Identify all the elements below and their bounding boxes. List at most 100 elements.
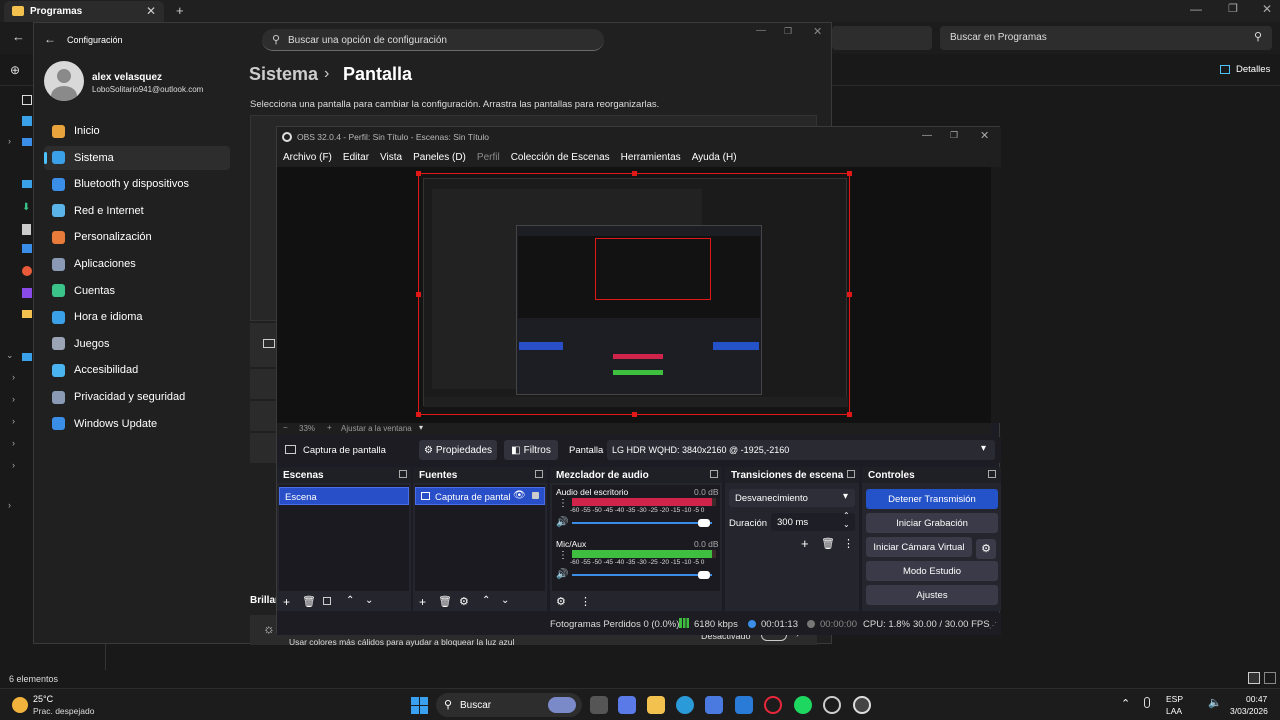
sidebar-item-10[interactable]: Privacidad y seguridad [44,385,230,409]
duration-spinbox[interactable]: 300 ms ⌃ ⌄ [771,511,855,531]
downloads-nav-icon[interactable]: ⬇ [22,202,30,213]
scene-filters-icon[interactable] [323,597,331,605]
volume-slider-handle[interactable] [697,519,710,527]
resize-handle-br[interactable] [847,412,852,417]
weather-desc[interactable]: Prac. despejado [33,706,94,716]
move-up-icon[interactable]: ⌃ [482,595,490,606]
sidebar-item-9[interactable]: Accesibilidad [44,358,230,382]
sidebar-item-5[interactable]: Aplicaciones [44,252,230,276]
drive-chevron-icon[interactable]: › [12,394,15,404]
zoom-out-icon[interactable]: − [283,423,288,432]
resize-handle-mr[interactable] [847,292,852,297]
maximize-icon[interactable]: ❐ [1228,2,1238,15]
zoom-in-icon[interactable]: + [327,423,332,432]
resize-handle-tm[interactable] [632,171,637,176]
advanced-audio-icon[interactable]: ⚙ [556,595,566,608]
folder-nav-icon[interactable] [22,310,32,318]
close-icon[interactable]: ✕ [813,25,822,38]
add-scene-icon[interactable]: + [283,595,290,609]
spin-down-icon[interactable]: ⌄ [843,520,850,529]
control-button-2[interactable]: Iniciar Cámara Virtual [866,537,972,557]
remove-scene-icon[interactable]: 🗑 [302,595,316,608]
resize-handle-bl[interactable] [416,412,421,417]
source-properties-icon[interactable]: ⚙ [459,595,469,608]
menu-item-2[interactable]: Vista [380,152,402,163]
volume-slider[interactable] [572,571,712,579]
remove-source-icon[interactable]: 🗑 [438,595,452,608]
eye-icon[interactable]: 👁 [513,490,526,501]
menu-item-7[interactable]: Ayuda (H) [692,152,737,163]
thispc-nav-icon[interactable] [22,353,32,361]
minimize-icon[interactable]: — [1190,2,1202,16]
music-nav-icon[interactable] [22,266,32,276]
speaker-icon[interactable]: 🔊 [556,517,568,528]
scene-item[interactable]: Escena [279,487,409,505]
drive-chevron-icon[interactable]: › [12,460,15,470]
maximize-icon[interactable]: ❐ [784,26,792,37]
back-arrow-icon[interactable]: ← [12,29,25,44]
fit-dropdown-icon[interactable]: ▾ [419,423,423,432]
dock-float-icon[interactable] [535,470,543,478]
menu-item-6[interactable]: Herramientas [621,152,681,163]
mail-icon[interactable] [735,696,753,714]
lock-icon[interactable] [532,492,539,499]
store-icon[interactable] [705,696,723,714]
task-view-icon[interactable] [590,696,608,714]
volume-slider-handle[interactable] [697,571,710,579]
virtual-camera-settings-icon[interactable]: ⚙ [976,539,996,559]
properties-button[interactable]: ⚙ Propiedades [419,440,497,460]
sidebar-item-4[interactable]: Personalización [44,225,230,249]
avatar[interactable] [44,61,84,101]
dock-float-icon[interactable] [710,470,718,478]
pictures-nav-icon[interactable] [22,244,32,253]
sidebar-item-6[interactable]: Cuentas [44,279,230,303]
resize-handle-bm[interactable] [632,412,637,417]
copilot-icon[interactable] [618,696,636,714]
transition-menu-icon[interactable]: ⋮ [843,537,854,550]
speaker-icon[interactable]: 🔈 [1208,696,1222,709]
drive-chevron-icon[interactable]: › [12,416,15,426]
minimize-icon[interactable]: — [756,25,766,36]
videos-nav-icon[interactable] [22,288,32,298]
details-button[interactable]: Detalles [1236,64,1270,75]
onedrive-nav-icon[interactable] [22,138,32,146]
expand-chevron-icon[interactable]: › [8,136,11,146]
close-tab-icon[interactable]: ✕ [146,4,156,18]
microphone-icon[interactable] [1144,697,1150,708]
obs-preview[interactable] [277,167,991,423]
add-transition-icon[interactable]: + [801,536,809,551]
desktop-nav-icon[interactable] [22,180,32,188]
list-view-icon[interactable] [1248,672,1260,684]
add-source-icon[interactable]: + [419,595,426,609]
control-button-1[interactable]: Iniciar Grabación [866,513,998,533]
menu-item-0[interactable]: Archivo (F) [283,152,332,163]
tray-clock-date[interactable]: 3/03/2026 [1230,706,1268,716]
documents-nav-icon[interactable] [22,224,31,235]
taskbar-search[interactable]: ⚲ Buscar [436,693,582,717]
details-pane-icon[interactable] [1220,65,1230,74]
channel-menu-icon[interactable]: ⋮ [558,550,568,561]
home-nav-icon[interactable] [22,95,32,105]
control-button-3[interactable]: Modo Estudio [866,561,998,581]
sidebar-item-0[interactable]: Inicio [44,119,230,143]
transition-select[interactable]: Desvanecimiento ▾ [729,489,855,507]
move-down-icon[interactable]: ⌄ [501,595,509,606]
move-up-icon[interactable]: ⌃ [346,595,354,606]
new-tab-icon[interactable]: + [176,3,184,18]
mixer-menu-icon[interactable]: ⋮ [580,595,591,608]
tray-clock-time[interactable]: 00:47 [1246,694,1267,704]
weather-temp[interactable]: 25°C [33,694,53,704]
file-explorer-icon[interactable] [647,696,665,714]
control-button-0[interactable]: Detener Transmisión [866,489,998,509]
settings-back-icon[interactable]: ← [44,32,56,46]
explorer-search-box[interactable]: Buscar en Programas ⚲ [940,26,1272,50]
spotify-icon[interactable] [794,696,812,714]
address-field[interactable] [832,26,932,50]
sidebar-item-11[interactable]: Windows Update [44,412,230,436]
menu-item-1[interactable]: Editar [343,152,369,163]
close-icon[interactable]: ✕ [980,129,989,142]
display-select[interactable]: LG HDR WQHD: 3840x2160 @ -1925,-2160 ▾ [607,440,995,460]
explorer-tab[interactable]: Programas ✕ [4,1,164,22]
sidebar-item-3[interactable]: Red e Internet [44,199,230,223]
network-chevron-icon[interactable]: › [8,500,11,510]
